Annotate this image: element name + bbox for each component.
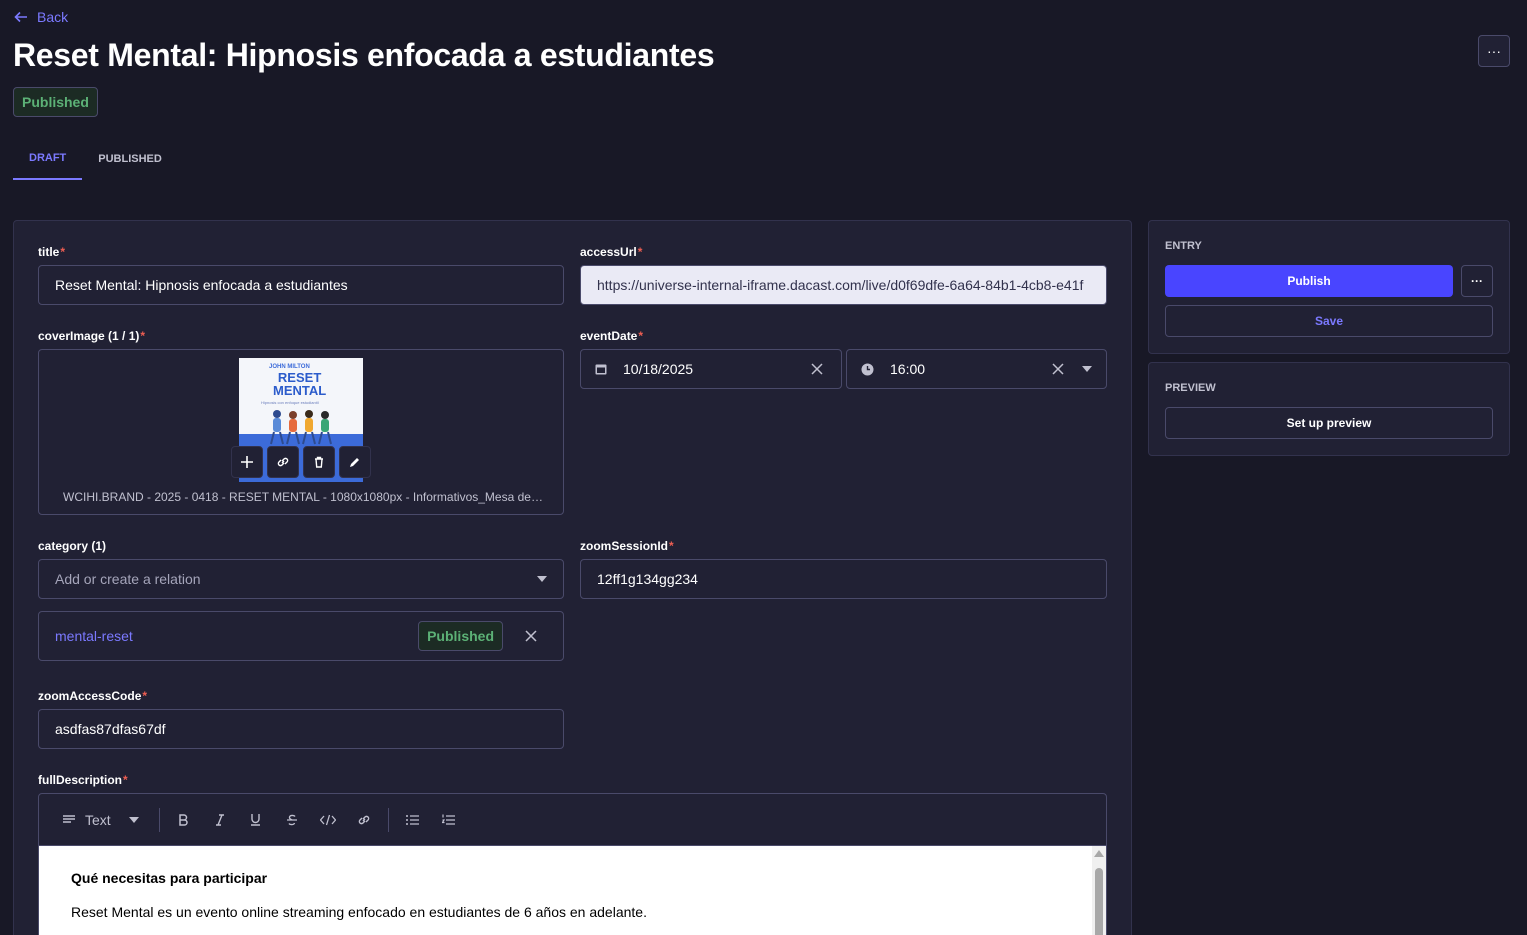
numbered-list-button[interactable] xyxy=(431,802,467,838)
italic-icon xyxy=(215,813,224,826)
event-date-label: eventDate* xyxy=(580,329,644,343)
access-url-input[interactable]: https://universe-internal-iframe.dacast.… xyxy=(580,265,1107,305)
category-label: category (1) xyxy=(38,539,107,553)
title-input[interactable]: Reset Mental: Hipnosis enfocada a estudi… xyxy=(38,265,564,305)
arrow-left-icon xyxy=(14,11,27,23)
status-badge: Published xyxy=(13,87,98,117)
clock-icon xyxy=(861,363,874,375)
event-date-value: 10/18/2025 xyxy=(623,361,694,377)
bold-icon xyxy=(179,813,188,826)
title-label: title* xyxy=(38,245,66,259)
page-title: Reset Mental: Hipnosis enfocada a estudi… xyxy=(13,37,715,73)
link-icon xyxy=(277,457,289,467)
text-style-value: Text xyxy=(85,811,111,828)
zoom-access-code-label: zoomAccessCode* xyxy=(38,689,148,703)
entry-heading: ENTRY xyxy=(1165,240,1202,252)
bullet-list-icon xyxy=(406,814,420,825)
edit-image-button[interactable] xyxy=(339,446,371,478)
relation-status-badge: Published xyxy=(418,621,503,651)
save-button[interactable]: Save xyxy=(1165,305,1493,337)
plus-icon xyxy=(241,456,253,468)
zoom-session-id-input[interactable]: 12ff1g134gg234 xyxy=(580,559,1107,599)
preview-heading: PREVIEW xyxy=(1165,382,1216,394)
delete-image-button[interactable] xyxy=(303,446,335,478)
text-style-select[interactable]: Text xyxy=(63,812,153,828)
chevron-down-icon[interactable] xyxy=(1082,366,1092,372)
scrollbar-thumb[interactable] xyxy=(1095,868,1103,935)
bullet-list-button[interactable] xyxy=(395,802,431,838)
full-description-label: fullDescription* xyxy=(38,773,128,787)
event-date-input[interactable]: 10/18/2025 xyxy=(580,349,842,389)
editor-content[interactable]: Qué necesitas para participar Reset Ment… xyxy=(39,846,1092,935)
entry-panel: ENTRY Publish ··· Save xyxy=(1148,220,1510,354)
remove-relation-icon[interactable] xyxy=(525,630,537,642)
pencil-icon xyxy=(350,458,359,467)
strikethrough-icon xyxy=(286,814,297,825)
editor-scrollbar[interactable] xyxy=(1092,846,1106,935)
category-placeholder: Add or create a relation xyxy=(55,571,201,587)
cover-image-field: JOHN MILTON RESET MENTAL Hipnosis con enf… xyxy=(38,349,564,515)
event-time-value: 16:00 xyxy=(890,361,926,377)
editor-toolbar: Text xyxy=(39,794,1106,846)
scroll-up-icon[interactable] xyxy=(1094,850,1104,857)
strikethrough-button[interactable] xyxy=(274,802,310,838)
clear-date-icon[interactable] xyxy=(811,363,823,375)
description-heading: Qué necesitas para participar xyxy=(71,870,268,886)
walking-students-illustration xyxy=(270,410,332,445)
preview-panel: PREVIEW Set up preview xyxy=(1148,362,1510,456)
tab-draft[interactable]: DRAFT xyxy=(13,138,83,180)
bold-button[interactable] xyxy=(166,802,202,838)
tab-published[interactable]: PUBLISHED xyxy=(82,138,178,180)
underline-button[interactable] xyxy=(238,802,274,838)
entry-more-button[interactable]: ··· xyxy=(1461,265,1493,297)
zoom-session-id-label: zoomSessionId* xyxy=(580,539,674,553)
description-paragraph: Reset Mental es un evento online streami… xyxy=(71,904,647,920)
version-tabs: DRAFT PUBLISHED xyxy=(13,138,178,180)
underline-icon xyxy=(251,814,261,826)
relation-link-mental-reset[interactable]: mental-reset xyxy=(55,628,418,644)
code-button[interactable] xyxy=(310,802,346,838)
rich-text-editor: Text Qué necesitas para participar Reset… xyxy=(38,793,1107,935)
numbered-list-icon xyxy=(442,814,456,825)
back-link[interactable]: Back xyxy=(13,9,68,25)
copy-link-button[interactable] xyxy=(267,446,299,478)
chevron-down-icon xyxy=(537,576,547,582)
calendar-icon xyxy=(595,364,607,375)
image-actions xyxy=(231,446,371,478)
more-actions-button[interactable]: ··· xyxy=(1478,35,1510,67)
cover-image-label: coverImage (1 / 1)* xyxy=(38,329,146,343)
cover-image-filename: WCIHI.BRAND - 2025 - 0418 - RESET MENTAL… xyxy=(63,490,543,504)
toolbar-divider xyxy=(158,807,160,832)
italic-button[interactable] xyxy=(202,802,238,838)
add-image-button[interactable] xyxy=(231,446,263,478)
zoom-access-code-input[interactable]: asdfas87dfas67df xyxy=(38,709,564,749)
code-icon xyxy=(319,814,336,825)
publish-button[interactable]: Publish xyxy=(1165,265,1453,297)
toolbar-divider xyxy=(387,807,389,832)
link-button[interactable] xyxy=(346,802,382,838)
chevron-down-icon xyxy=(128,816,139,823)
setup-preview-button[interactable]: Set up preview xyxy=(1165,407,1493,439)
more-icon: ··· xyxy=(1487,43,1501,59)
paragraph-icon xyxy=(63,814,75,823)
trash-icon xyxy=(315,456,323,468)
more-icon: ··· xyxy=(1471,274,1483,288)
clear-time-icon[interactable] xyxy=(1052,363,1064,375)
event-time-input[interactable]: 16:00 xyxy=(846,349,1107,389)
thumb-tagline: Hipnosis con enfoque estudiantil xyxy=(261,400,319,405)
link-icon xyxy=(358,815,369,824)
thumb-title: RESET MENTAL xyxy=(273,370,327,398)
category-relation-item: mental-reset Published xyxy=(38,611,564,661)
access-url-label: accessUrl* xyxy=(580,245,643,259)
category-relation-select[interactable]: Add or create a relation xyxy=(38,559,564,599)
back-label: Back xyxy=(37,9,69,25)
